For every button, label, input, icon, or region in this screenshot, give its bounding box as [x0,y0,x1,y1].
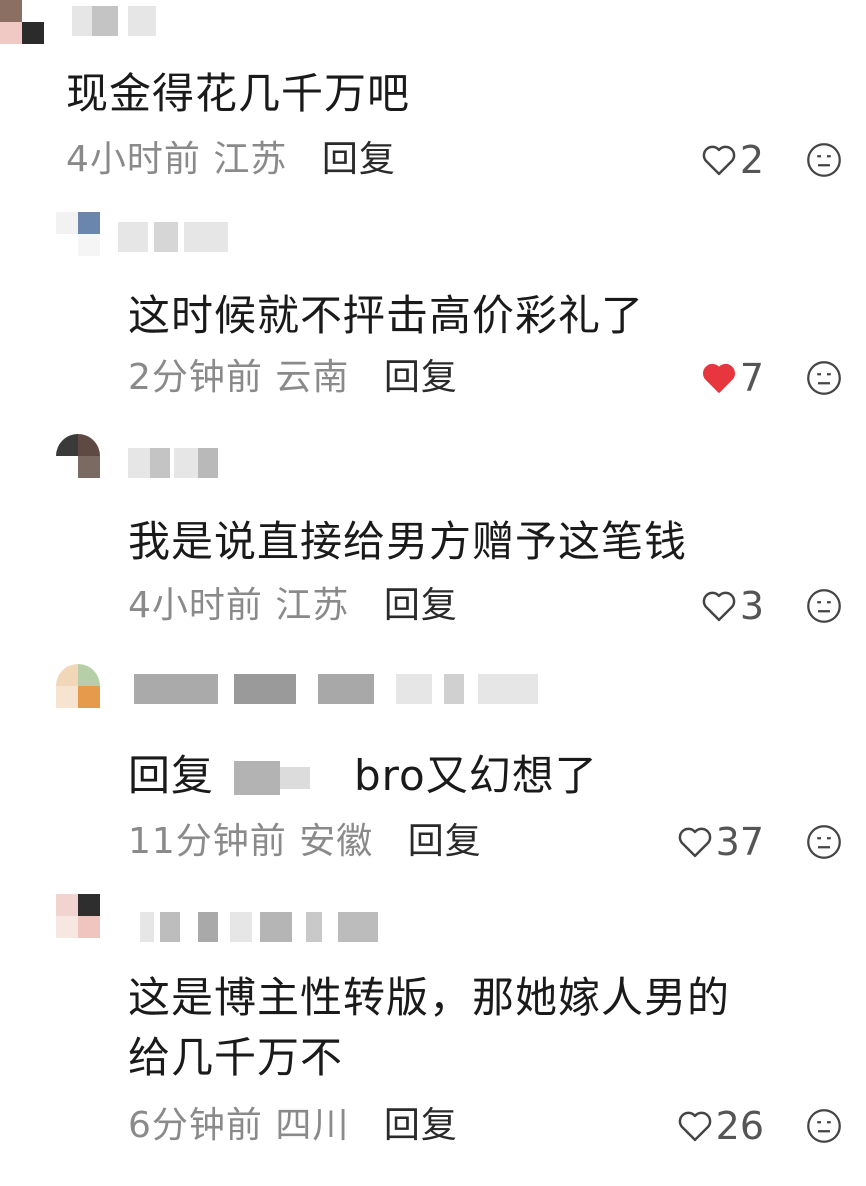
emoji-face-icon[interactable] [806,588,842,624]
heart-outline-icon [702,591,736,622]
comment-location: 安徽 [299,821,374,862]
comment-text: 现金得花几千万吧 [66,69,411,118]
like-button[interactable]: 7 [700,356,764,400]
heart-outline-icon [678,1111,711,1142]
like-count: 2 [739,138,764,182]
heart-outline-icon [702,145,736,176]
comment-meta: 4小时前 江苏 回复 [66,138,396,182]
avatar[interactable] [56,894,100,938]
comment-location: 江苏 [213,139,288,180]
reply-button[interactable]: 回复 [322,139,396,180]
avatar[interactable] [56,664,100,708]
avatar[interactable] [56,212,100,256]
like-count: 26 [715,1104,764,1148]
like-count: 7 [739,356,764,400]
comment-time: 4小时前 [128,585,263,626]
heart-outline-icon [678,827,711,858]
like-button[interactable]: 26 [676,1104,764,1148]
comment-location: 江苏 [275,585,350,626]
avatar[interactable] [0,0,44,44]
comment-text-line2: 给几千万不 [128,1033,344,1082]
comment-meta: 4小时前 江苏 回复 [128,584,458,628]
like-button[interactable]: 37 [676,820,764,864]
avatar[interactable] [56,434,100,478]
comment-meta: 2分钟前 云南 回复 [128,356,458,400]
like-count: 37 [715,820,764,864]
emoji-face-icon[interactable] [806,824,842,860]
comment-time: 11分钟前 [128,821,287,862]
comment-time: 2分钟前 [128,357,263,398]
reply-button[interactable]: 回复 [408,821,482,862]
emoji-face-icon[interactable] [806,1108,842,1144]
like-count: 3 [739,584,764,628]
reply-button[interactable]: 回复 [384,585,458,626]
comment-text: 我是说直接给男方赠予这笔钱 [128,517,688,566]
reply-prefix: 回复 [128,751,215,800]
comment-text: 这时候就不抨击高价彩礼了 [128,291,645,340]
comment-text: 回复 bro又幻想了 [128,748,598,804]
mention-blurred[interactable] [214,757,354,801]
heart-filled-icon [702,363,735,393]
like-button[interactable]: 3 [700,584,764,628]
comment-time: 6分钟前 [128,1105,263,1146]
comment-meta: 6分钟前 四川 回复 [128,1104,458,1148]
emoji-face-icon[interactable] [806,142,842,178]
like-button[interactable]: 2 [700,138,764,182]
comment-time: 4小时前 [66,139,201,180]
comment-location: 四川 [275,1105,350,1146]
reply-button[interactable]: 回复 [384,1105,458,1146]
comment-text: 这是博主性转版，那她嫁人男的 [128,973,731,1022]
reply-button[interactable]: 回复 [384,357,458,398]
comment-meta: 11分钟前 安徽 回复 [128,820,482,864]
emoji-face-icon[interactable] [806,360,842,396]
comment-location: 云南 [275,357,350,398]
comment-text-body: bro又幻想了 [354,751,598,800]
